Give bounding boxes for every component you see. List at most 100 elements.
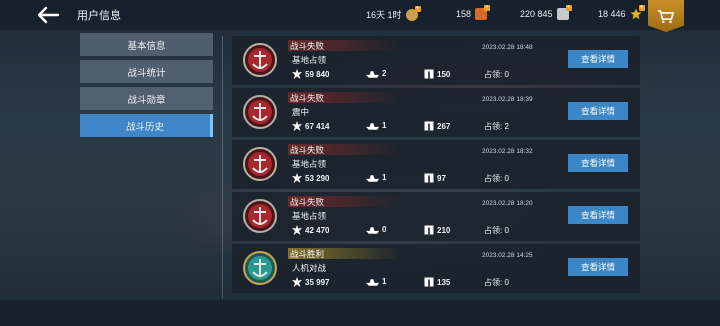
kills-stat: 1 xyxy=(366,121,386,130)
kills-stat: 1 xyxy=(366,173,386,182)
damage-value: 42 470 xyxy=(305,225,330,235)
battle-result: 战斗失败 xyxy=(288,144,400,155)
back-arrow-icon[interactable] xyxy=(36,6,60,24)
exp-value: 135 xyxy=(437,277,451,287)
sidebar-item-label: 战斗勋章 xyxy=(127,94,166,106)
battle-card: 战斗失败 震中 2023.02.28 18:39 67 414 1 267 占领… xyxy=(232,88,640,137)
exp-crate-icon xyxy=(424,225,434,235)
defeat-emblem-icon xyxy=(243,43,277,77)
ship-kill-icon xyxy=(366,226,379,234)
damage-stat: 53 290 xyxy=(292,173,329,183)
kills-stat: 2 xyxy=(366,69,386,78)
kills-value: 1 xyxy=(382,121,387,130)
sidebar-item-battle-stats[interactable]: 战斗统计 xyxy=(80,60,213,83)
star-exp-icon: + xyxy=(629,5,645,20)
damage-stat: 42 470 xyxy=(292,225,329,235)
battle-card: 战斗失败 基地占领 2023.02.28 18:48 59 840 2 150 … xyxy=(232,36,640,85)
ship-kill-icon xyxy=(366,122,379,130)
gold-resource[interactable]: 158 + xyxy=(456,5,491,20)
damage-value: 35 997 xyxy=(305,277,330,287)
shop-cart-button[interactable] xyxy=(648,0,684,32)
capture-value: 占领: 0 xyxy=(484,174,509,183)
damage-explosion-icon xyxy=(292,121,302,131)
ship-kill-icon xyxy=(366,174,379,182)
exp-value: 267 xyxy=(437,121,451,131)
gold-value: 158 xyxy=(456,9,472,19)
exp-stat: 97 xyxy=(424,173,446,183)
sidebar-item-battle-medals[interactable]: 战斗勋章 xyxy=(80,87,213,110)
silver-coins-icon: + xyxy=(556,5,572,20)
battle-date: 2023.02.28 18:39 xyxy=(482,96,533,103)
battle-card: 战斗胜利 人机对战 2023.02.28 14:25 35 997 1 135 … xyxy=(232,244,640,293)
sidebar-item-label: 战斗统计 xyxy=(127,67,166,79)
battle-mode: 基地占领 xyxy=(292,55,327,65)
capture-value: 占领: 0 xyxy=(484,70,509,79)
battle-result: 战斗胜利 xyxy=(288,248,400,259)
premium-time-resource[interactable]: 16天 1时 + xyxy=(366,5,421,21)
sidebar: 基本信息 战斗统计 战斗勋章 战斗历史 xyxy=(80,33,213,141)
exp-stat: 150 xyxy=(424,69,450,79)
silver-resource[interactable]: 220 845 + xyxy=(520,5,572,20)
damage-explosion-icon xyxy=(292,225,302,235)
damage-explosion-icon xyxy=(292,173,302,183)
view-details-button[interactable]: 查看详情 xyxy=(568,258,628,276)
view-details-button[interactable]: 查看详情 xyxy=(568,50,628,68)
capture-value: 占领: 2 xyxy=(484,122,509,131)
battle-result: 战斗失败 xyxy=(288,92,400,103)
view-details-button[interactable]: 查看详情 xyxy=(568,102,628,120)
kills-value: 1 xyxy=(382,173,387,182)
battle-card: 战斗失败 基地占领 2023.02.28 18:20 42 470 0 210 … xyxy=(232,192,640,241)
victory-emblem-icon xyxy=(243,251,277,285)
defeat-emblem-icon xyxy=(243,95,277,129)
damage-value: 53 290 xyxy=(305,173,330,183)
battle-mode: 基地占领 xyxy=(292,159,327,169)
page-title: 用户信息 xyxy=(77,10,121,22)
battle-result: 战斗失败 xyxy=(288,196,400,207)
sidebar-item-basic-info[interactable]: 基本信息 xyxy=(80,33,213,56)
battle-result: 战斗失败 xyxy=(288,40,400,51)
exp-stat: 210 xyxy=(424,225,450,235)
premium-clock-icon: + xyxy=(405,5,421,21)
premium-time-value: 16天 1时 xyxy=(366,10,402,20)
battle-mode: 人机对战 xyxy=(292,263,327,273)
top-bar: 用户信息 16天 1时 + 158 + 220 845 + 18 446 + xyxy=(0,0,720,32)
sidebar-item-battle-history[interactable]: 战斗历史 xyxy=(80,114,213,137)
kills-stat: 0 xyxy=(366,225,386,234)
cart-icon xyxy=(657,9,675,23)
ship-kill-icon xyxy=(366,278,379,286)
exp-crate-icon xyxy=(424,277,434,287)
exp-crate-icon xyxy=(424,69,434,79)
battle-mode: 基地占领 xyxy=(292,211,327,221)
battle-date: 2023.02.28 18:48 xyxy=(482,44,533,51)
capture-value: 占领: 0 xyxy=(484,226,509,235)
view-details-button[interactable]: 查看详情 xyxy=(568,206,628,224)
ship-kill-icon xyxy=(366,70,379,78)
exp-value: 97 xyxy=(437,173,446,183)
battle-date: 2023.02.28 18:32 xyxy=(482,148,533,155)
divider xyxy=(222,36,223,298)
damage-value: 59 840 xyxy=(305,69,330,79)
capture-value: 占领: 0 xyxy=(484,278,509,287)
view-details-button[interactable]: 查看详情 xyxy=(568,154,628,172)
damage-stat: 35 997 xyxy=(292,277,329,287)
exp-value: 150 xyxy=(437,69,451,79)
damage-explosion-icon xyxy=(292,69,302,79)
defeat-emblem-icon xyxy=(243,147,277,181)
battle-history-list: 战斗失败 基地占领 2023.02.28 18:48 59 840 2 150 … xyxy=(232,36,640,296)
kills-value: 1 xyxy=(382,277,387,286)
exp-crate-icon xyxy=(424,121,434,131)
damage-stat: 67 414 xyxy=(292,121,329,131)
kills-value: 2 xyxy=(382,69,387,78)
exp-stat: 267 xyxy=(424,121,450,131)
exp-stat: 135 xyxy=(424,277,450,287)
sidebar-item-label: 基本信息 xyxy=(127,40,166,52)
damage-explosion-icon xyxy=(292,277,302,287)
exp-value: 210 xyxy=(437,225,451,235)
kills-stat: 1 xyxy=(366,277,386,286)
kills-value: 0 xyxy=(382,225,387,234)
sidebar-item-label: 战斗历史 xyxy=(125,121,164,133)
exp-resource[interactable]: 18 446 + xyxy=(598,5,645,20)
damage-value: 67 414 xyxy=(305,121,330,131)
battle-date: 2023.02.28 14:25 xyxy=(482,252,533,259)
silver-value: 220 845 xyxy=(520,9,553,19)
